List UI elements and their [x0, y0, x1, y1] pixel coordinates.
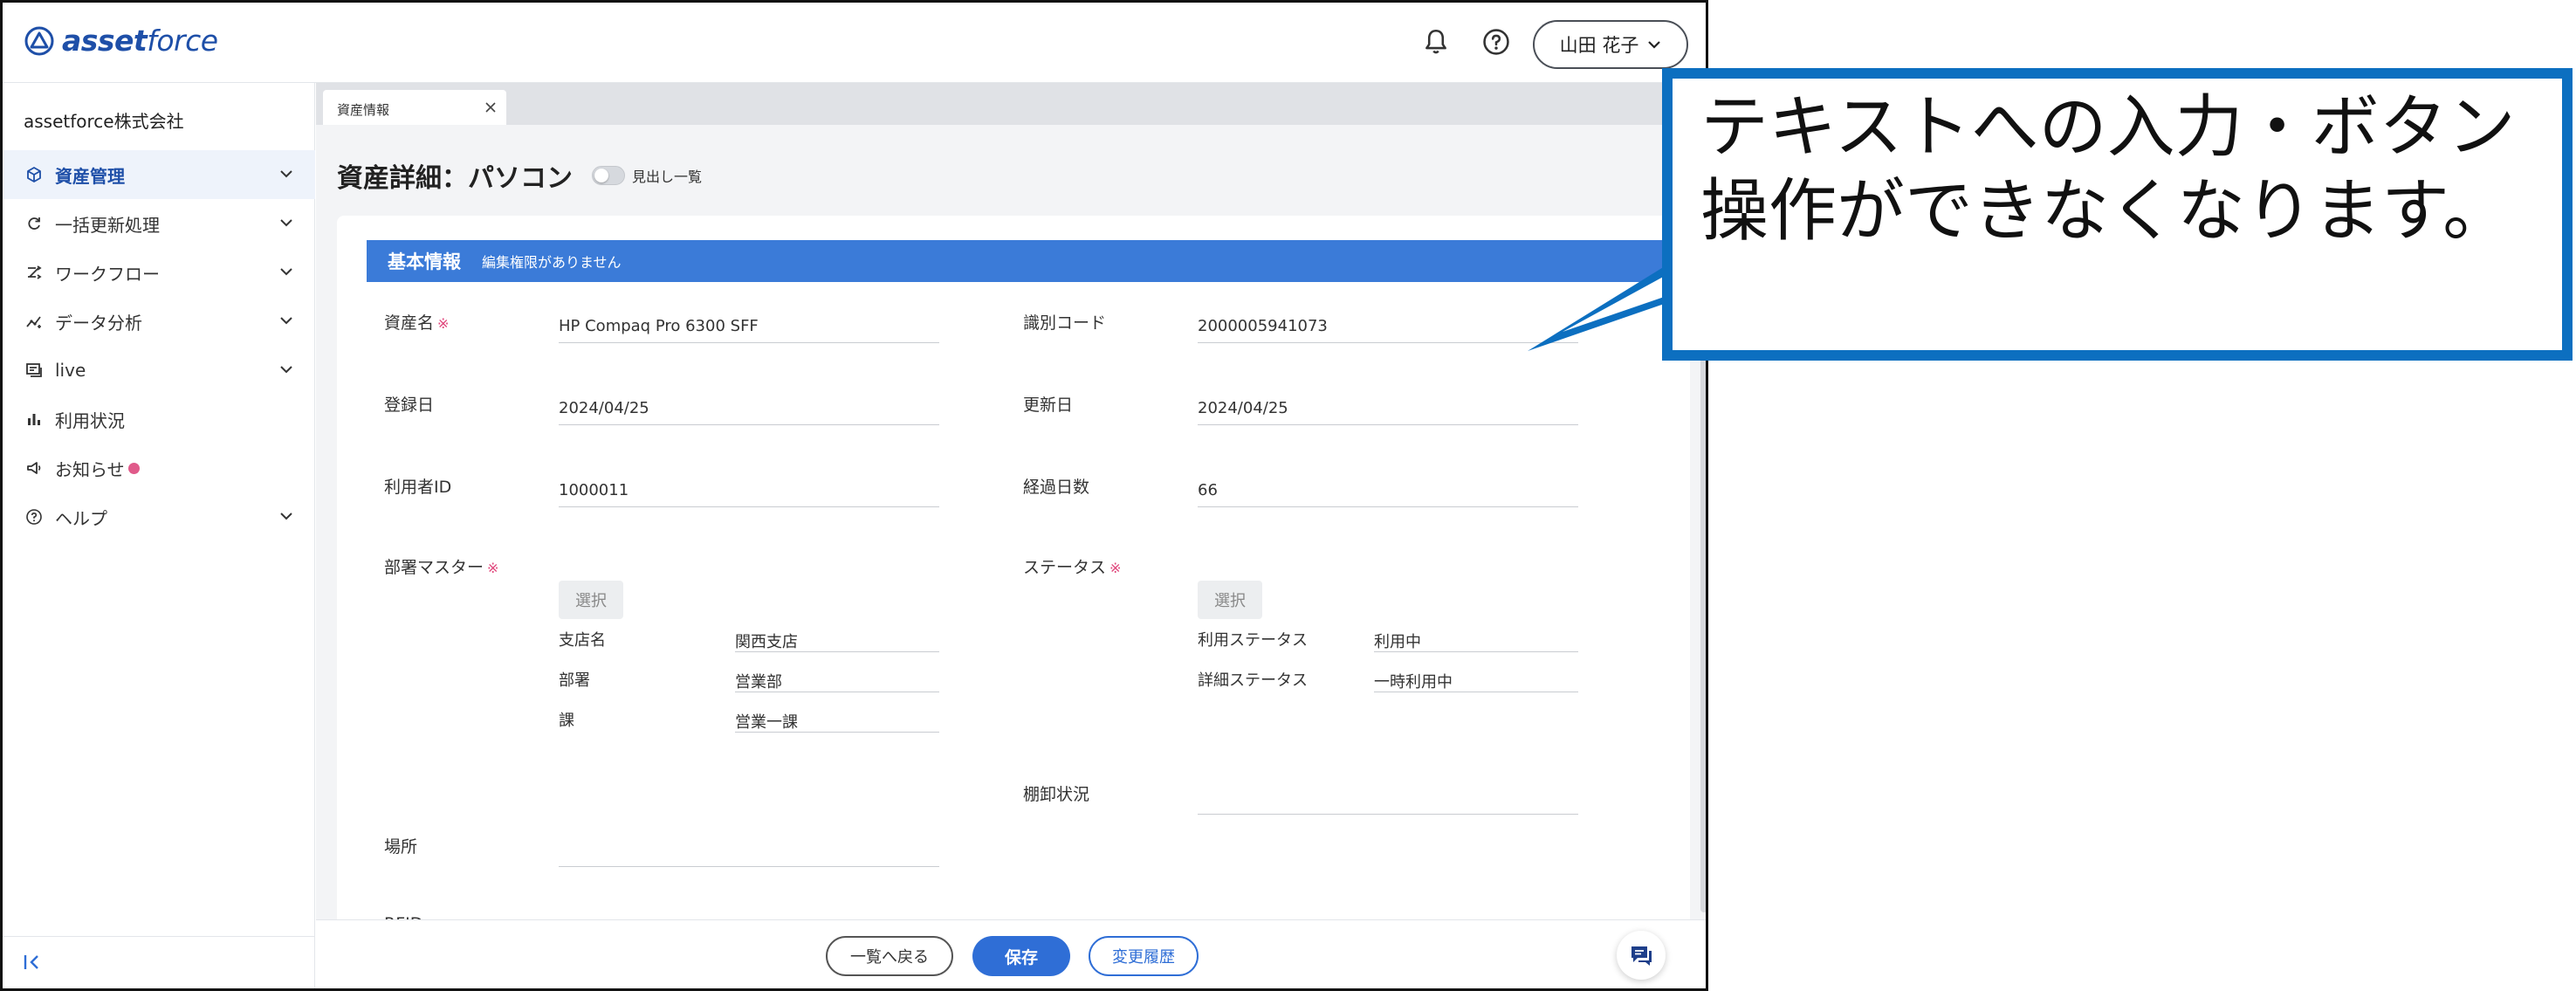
sidebar-item-help[interactable]: ヘルプ [3, 492, 315, 541]
tab-strip: 資産情報 [316, 83, 1706, 125]
updated-date-field[interactable]: 2024/04/25 [1198, 389, 1578, 425]
callout-text: テキストへの入力・ボタン操作ができなくなります。 [1700, 88, 2516, 251]
callout-box: テキストへの入力・ボタン操作ができなくなります。 [1662, 68, 2573, 361]
megaphone-icon [27, 462, 41, 474]
section-label: 課 [559, 712, 574, 730]
updated-date-label: 更新日 [1023, 396, 1074, 415]
bell-icon[interactable] [1421, 27, 1451, 57]
sidebar-nav: 資産管理 一括更新処理 ワークフロー データ分析 live 利用状況 お知らせ … [3, 150, 315, 541]
chevron-down-icon [280, 170, 292, 178]
section-field[interactable]: 営業一課 [735, 705, 939, 733]
registered-date-field[interactable]: 2024/04/25 [559, 389, 939, 425]
sidebar-item-bulk-update[interactable]: 一括更新処理 [3, 199, 315, 248]
elapsed-days-label: 経過日数 [1023, 478, 1090, 497]
refresh-icon [28, 217, 40, 230]
branch-label: 支店名 [559, 631, 606, 650]
id-code-field[interactable]: 2000005941073 [1198, 306, 1578, 343]
sidebar-item-notices[interactable]: お知らせ [3, 444, 315, 492]
section-title: 基本情報 [388, 251, 461, 272]
detail-status-field[interactable]: 一時利用中 [1374, 664, 1578, 692]
app-window: assetforce 山田 花子 assetforce株式会社 資産管理 一括更… [0, 0, 1708, 991]
bar-chart-icon [28, 414, 40, 425]
dept-master-label: 部署マスター ※ [384, 558, 499, 577]
sidebar-item-live[interactable]: live [3, 346, 315, 395]
location-field[interactable] [559, 830, 939, 867]
user-id-label: 利用者ID [384, 478, 452, 497]
chevron-down-icon [1648, 41, 1661, 49]
branch-field[interactable]: 関西支店 [735, 624, 939, 652]
main-content: 資産情報 資産詳細：パソコン 見出し一覧 基本情報 編集権限がありません 資産名… [316, 83, 1706, 988]
chat-button[interactable] [1617, 931, 1666, 980]
chevron-down-icon [280, 513, 292, 520]
save-button[interactable]: 保存 [972, 936, 1070, 976]
chevron-down-icon [280, 219, 292, 227]
required-mark: ※ [1109, 560, 1122, 576]
dept-select-button[interactable]: 選択 [559, 581, 623, 619]
elapsed-days-field[interactable]: 66 [1198, 471, 1578, 507]
page-title: 資産詳細：パソコン [337, 163, 573, 194]
user-id-field[interactable]: 1000011 [559, 471, 939, 507]
toggle-label: 見出し一覧 [632, 169, 703, 185]
live-icon [26, 363, 42, 377]
inventory-label: 棚卸状況 [1023, 785, 1090, 804]
usage-status-field[interactable]: 利用中 [1374, 624, 1578, 652]
sidebar-item-workflow[interactable]: ワークフロー [3, 248, 315, 297]
collapse-sidebar-icon[interactable] [22, 951, 45, 974]
department-label: 部署 [559, 671, 590, 690]
department-field[interactable]: 営業部 [735, 664, 939, 692]
title-row: 資産詳細：パソコン 見出し一覧 [337, 156, 702, 195]
id-code-label: 識別コード [1023, 313, 1107, 333]
permission-note: 編集権限がありません [482, 254, 622, 271]
status-select-button[interactable]: 選択 [1198, 581, 1262, 619]
heading-list-toggle[interactable] [592, 166, 625, 185]
required-mark: ※ [487, 560, 499, 576]
sidebar-divider [3, 936, 314, 937]
asset-name-label: 資産名 ※ [384, 313, 450, 333]
registered-date-label: 登録日 [384, 396, 435, 415]
detail-status-label: 詳細ステータス [1198, 671, 1308, 690]
section-header: 基本情報 編集権限がありません [367, 240, 1667, 282]
help-icon [26, 509, 42, 525]
logo-mark-icon [24, 26, 54, 55]
notification-dot [127, 462, 140, 474]
user-menu-button[interactable]: 山田 花子 [1533, 20, 1688, 69]
tab-asset-info[interactable]: 資産情報 [323, 90, 506, 125]
chevron-down-icon [280, 317, 292, 325]
status-label: ステータス ※ [1023, 558, 1122, 577]
sidebar-item-usage[interactable]: 利用状況 [3, 395, 315, 444]
top-bar: assetforce 山田 花子 [3, 3, 1706, 83]
close-icon[interactable] [484, 100, 498, 114]
logo[interactable]: assetforce [24, 24, 218, 58]
usage-status-label: 利用ステータス [1198, 631, 1308, 650]
chevron-down-icon [280, 268, 292, 276]
chevron-down-icon [280, 366, 292, 374]
asset-name-field[interactable]: HP Compaq Pro 6300 SFF [559, 306, 939, 343]
location-label: 場所 [384, 837, 418, 857]
footer-actions: 一覧へ戻る 保存 変更履歴 [316, 919, 1706, 988]
help-icon[interactable] [1481, 27, 1511, 57]
analytics-icon [26, 316, 41, 328]
box-icon [27, 167, 41, 182]
back-to-list-button[interactable]: 一覧へ戻る [826, 936, 953, 976]
sidebar-item-asset-management[interactable]: 資産管理 [3, 150, 315, 199]
chat-icon [1631, 946, 1652, 966]
required-mark: ※ [437, 315, 450, 332]
asset-detail-card: 基本情報 編集権限がありません 資産名 ※ HP Compaq Pro 6300 … [337, 216, 1690, 988]
company-name: assetforce株式会社 [24, 111, 184, 132]
sidebar-item-data-analysis[interactable]: データ分析 [3, 297, 315, 346]
logo-text: assetforce [62, 24, 218, 58]
inventory-field[interactable] [1198, 778, 1578, 815]
user-name: 山田 花子 [1559, 35, 1639, 56]
change-history-button[interactable]: 変更履歴 [1089, 936, 1199, 976]
workflow-icon [28, 265, 42, 279]
sidebar: assetforce株式会社 資産管理 一括更新処理 ワークフロー データ分析 [3, 83, 315, 988]
